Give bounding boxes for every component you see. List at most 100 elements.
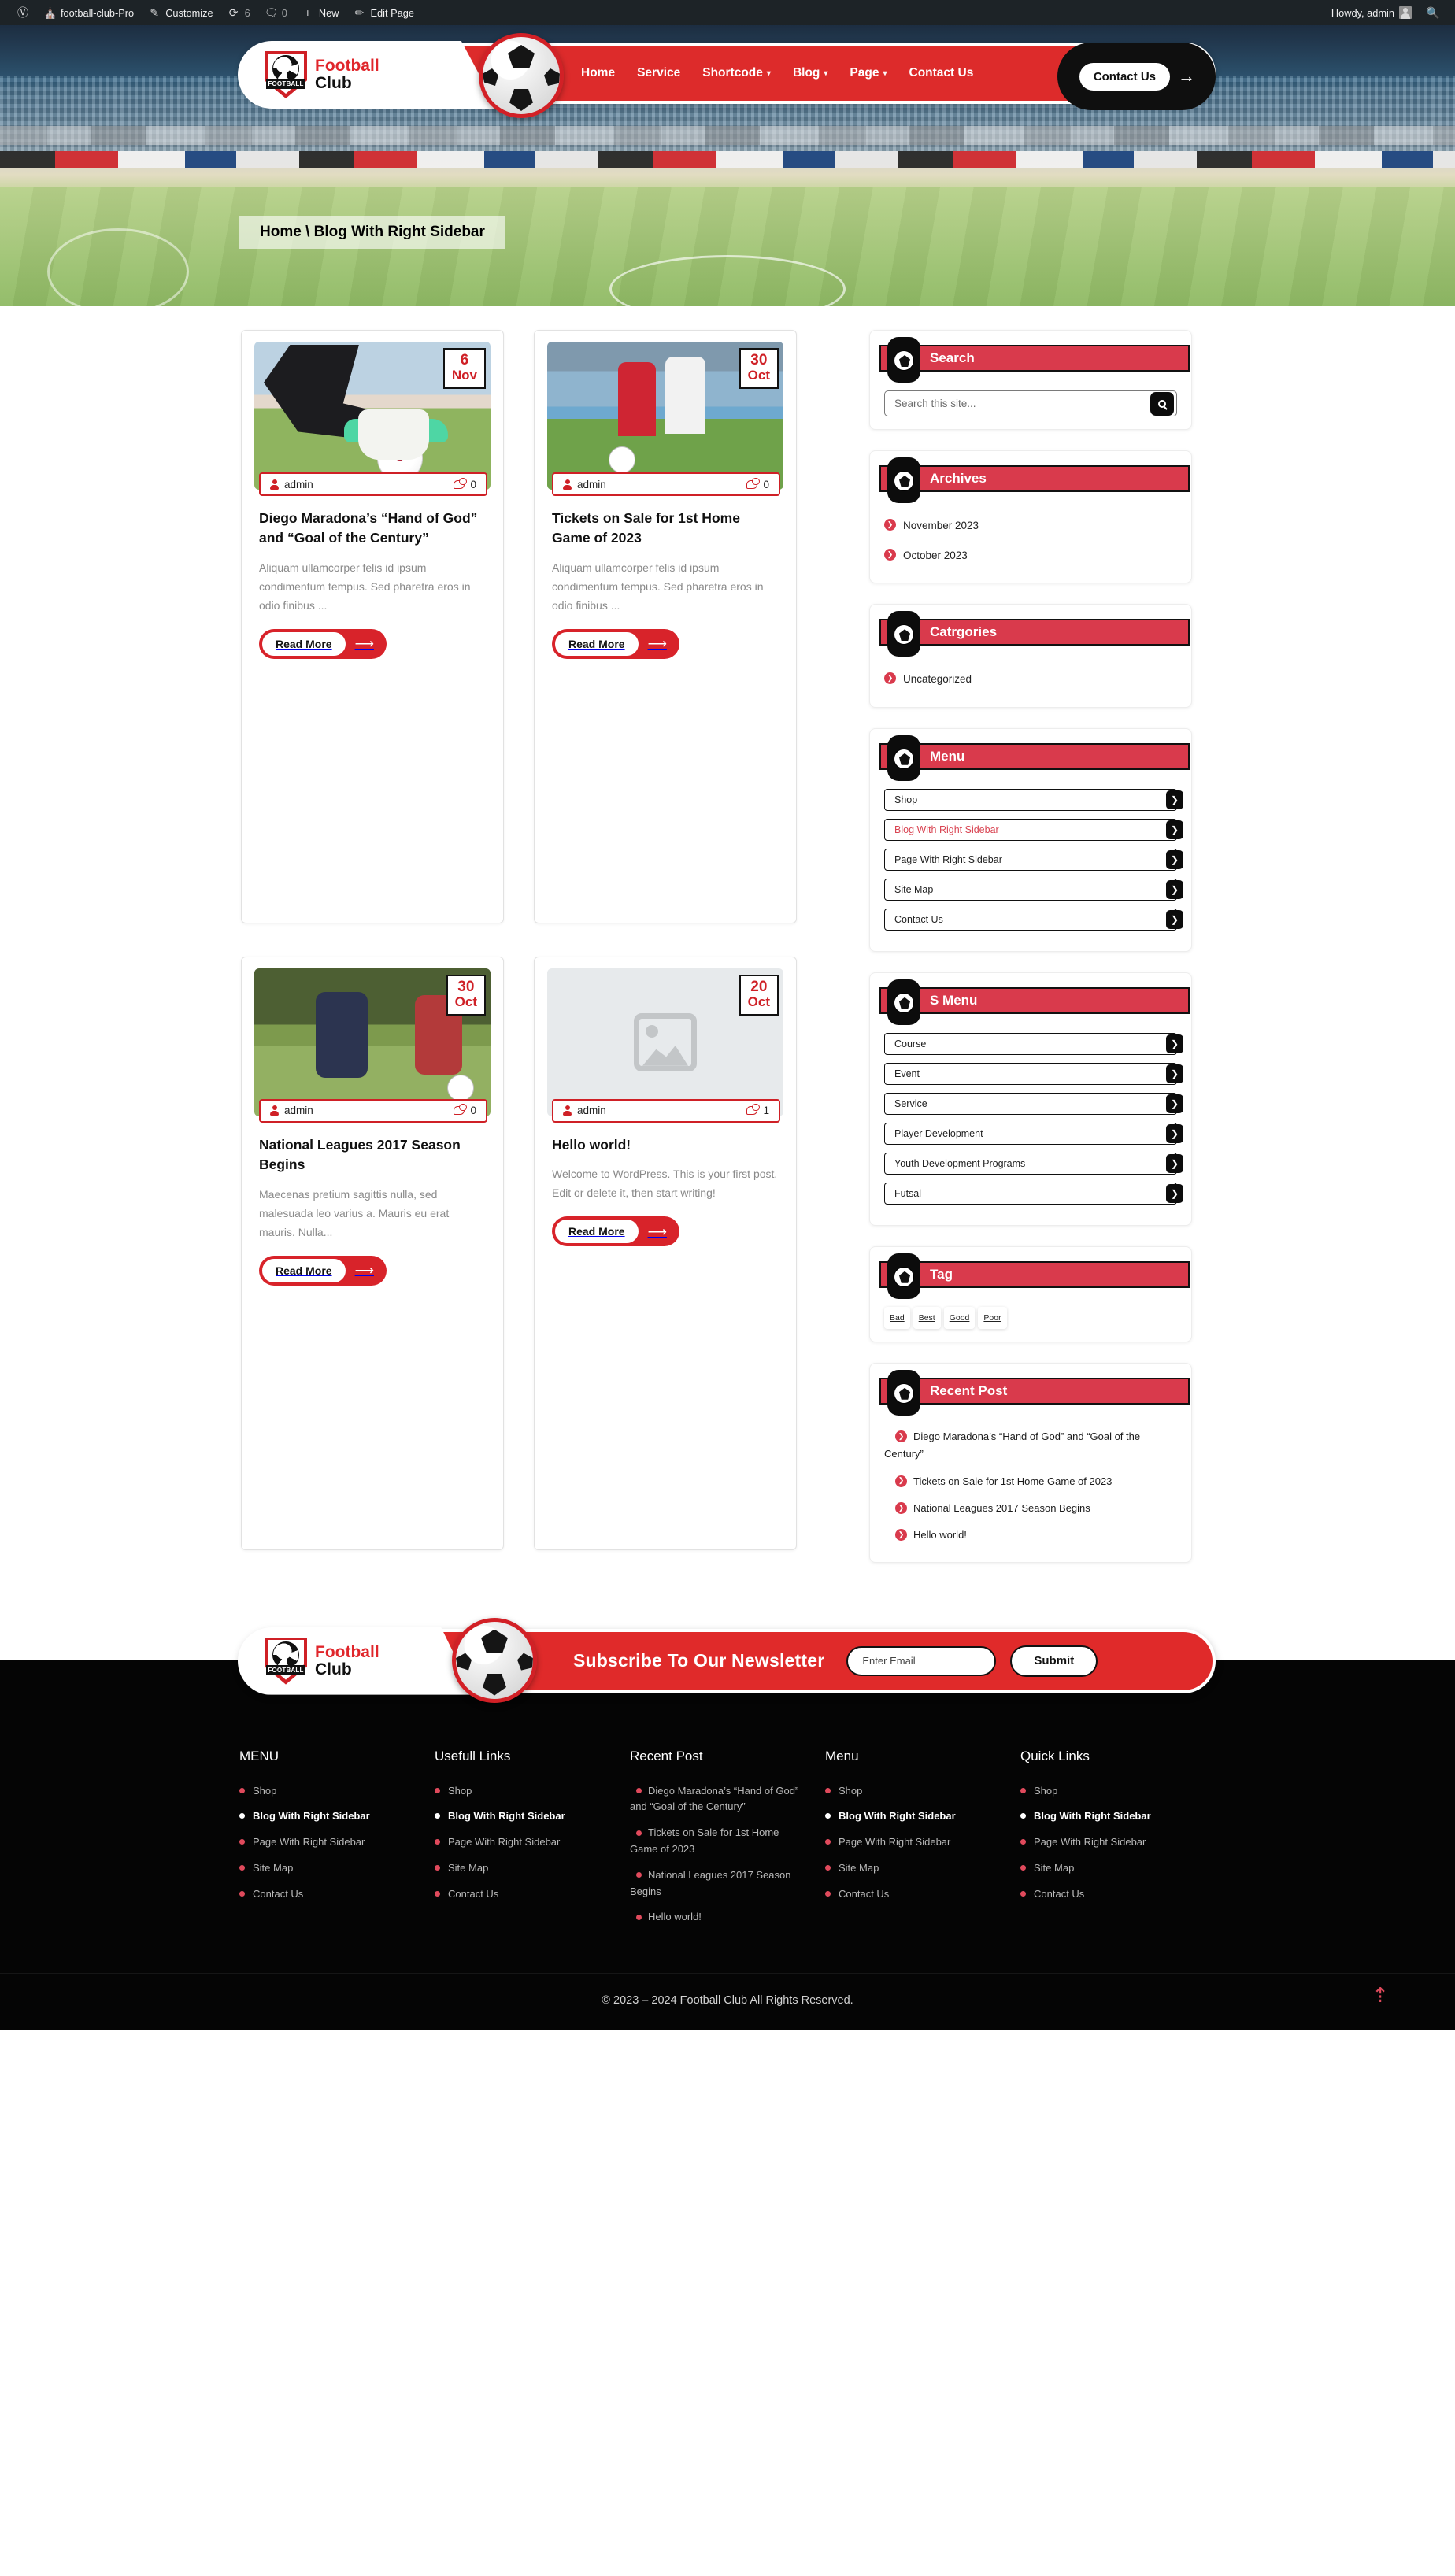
smenu-item-player-development[interactable]: Player Development ❯ <box>884 1122 1183 1145</box>
smenu-item-service[interactable]: Service ❯ <box>884 1092 1183 1115</box>
post-title[interactable]: Tickets on Sale for 1st Home Game of 202… <box>552 509 779 549</box>
chevron-right-icon: ❯ <box>884 548 896 561</box>
bullet-icon <box>636 1872 642 1878</box>
my-account-menu[interactable]: Howdy, admin <box>1324 0 1419 25</box>
list-item[interactable]: ❯ November 2023 <box>884 511 1177 541</box>
customize-link[interactable]: ✎ Customize <box>141 0 220 25</box>
menu-item-blog-with-right-sidebar[interactable]: Blog With Right Sidebar ❯ <box>884 818 1183 841</box>
search-form[interactable] <box>884 390 1177 416</box>
list-item[interactable]: Blog With Right Sidebar <box>825 1804 1001 1830</box>
tag-good[interactable]: Good <box>943 1306 976 1329</box>
football-badge-icon <box>887 979 920 1025</box>
post-card[interactable]: 30 Oct admin 0 National Leagues 2017 Sea… <box>241 956 504 1550</box>
post-title[interactable]: National Leagues 2017 Season Begins <box>259 1135 486 1175</box>
list-item[interactable]: Hello world! <box>630 1904 806 1930</box>
smenu-item-youth-development-programs[interactable]: Youth Development Programs ❯ <box>884 1152 1183 1175</box>
list-item[interactable]: Site Map <box>825 1856 1001 1882</box>
list-item[interactable]: ❯ Diego Maradona’s “Hand of God” and “Goa… <box>884 1423 1177 1468</box>
post-card[interactable]: 20 Oct admin 1 Hello world! Welcome to W… <box>534 956 797 1550</box>
list-item[interactable]: ❯ National Leagues 2017 Season Begins <box>884 1495 1177 1522</box>
list-item[interactable]: Page With Right Sidebar <box>1020 1830 1197 1856</box>
list-item[interactable]: Tickets on Sale for 1st Home Game of 202… <box>630 1820 806 1863</box>
bullet-icon <box>636 1914 642 1920</box>
read-more-button[interactable]: Read More ⟶ <box>552 1216 679 1247</box>
smenu-item-event[interactable]: Event ❯ <box>884 1062 1183 1085</box>
list-item[interactable]: Shop <box>435 1778 611 1804</box>
comments-indicator[interactable]: 🗨 0 <box>257 0 294 25</box>
site-name-menu[interactable]: ⛪ football-club-Pro <box>36 0 141 25</box>
nav-item-service[interactable]: Service <box>637 66 680 80</box>
smenu-item-futsal[interactable]: Futsal ❯ <box>884 1182 1183 1205</box>
read-more-button[interactable]: Read More ⟶ <box>259 1255 387 1286</box>
newsletter-email-input[interactable] <box>846 1645 997 1676</box>
bullet-icon <box>825 1813 831 1819</box>
read-more-button[interactable]: Read More ⟶ <box>259 628 387 659</box>
nav-item-page[interactable]: Page ▾ <box>850 66 887 80</box>
list-item[interactable]: Diego Maradona’s “Hand of God” and “Goal… <box>630 1778 806 1821</box>
adminbar-search-button[interactable]: 🔍 <box>1419 0 1446 25</box>
search-input[interactable] <box>884 390 1177 416</box>
menu-item-page-with-right-sidebar[interactable]: Page With Right Sidebar ❯ <box>884 848 1183 871</box>
list-item[interactable]: Contact Us <box>825 1882 1001 1908</box>
nav-item-home[interactable]: Home <box>581 66 615 80</box>
nav-item-contact-us[interactable]: Contact Us <box>909 66 974 80</box>
list-item[interactable]: Blog With Right Sidebar <box>1020 1804 1197 1830</box>
list-item[interactable]: ❯ Hello world! <box>884 1522 1177 1549</box>
list-item[interactable]: Site Map <box>1020 1856 1197 1882</box>
read-more-button[interactable]: Read More ⟶ <box>552 628 679 659</box>
smenu-item-course[interactable]: Course ❯ <box>884 1032 1183 1055</box>
tag-poor[interactable]: Poor <box>978 1306 1007 1329</box>
search-submit-button[interactable] <box>1150 391 1174 416</box>
contact-us-button[interactable]: Contact Us → <box>1057 43 1216 110</box>
nav-item-shortcode[interactable]: Shortcode ▾ <box>702 66 771 80</box>
comment-bubble-icon: 🗨 <box>264 6 279 19</box>
wp-admin-bar[interactable]: Ⓥ ⛪ football-club-Pro ✎ Customize ⟳ 6 🗨 … <box>0 0 1455 25</box>
list-item[interactable]: ❯ Tickets on Sale for 1st Home Game of 20… <box>884 1468 1177 1495</box>
post-title[interactable]: Diego Maradona’s “Hand of God” and “Goal… <box>259 509 486 549</box>
list-item[interactable]: Shop <box>825 1778 1001 1804</box>
chevron-right-icon: ❯ <box>884 519 896 531</box>
soccer-ball-icon <box>452 1617 537 1703</box>
list-item[interactable]: Site Map <box>239 1856 416 1882</box>
list-item[interactable]: Site Map <box>435 1856 611 1882</box>
list-item[interactable]: Shop <box>239 1778 416 1804</box>
list-item[interactable]: Page With Right Sidebar <box>825 1830 1001 1856</box>
new-content-menu[interactable]: + New <box>294 0 346 25</box>
wp-logo-menu[interactable]: Ⓥ <box>9 0 36 25</box>
site-logo[interactable]: FOOTBALL Football Club <box>238 41 498 109</box>
footer-site-logo[interactable]: FOOTBALL Football Club <box>238 1627 474 1695</box>
post-author: admin <box>270 479 313 490</box>
list-item[interactable]: Blog With Right Sidebar <box>239 1804 416 1830</box>
list-item[interactable]: Page With Right Sidebar <box>435 1830 611 1856</box>
list-item[interactable]: Contact Us <box>239 1882 416 1908</box>
menu-item-label: Page With Right Sidebar <box>894 853 1002 865</box>
post-meta: admin 0 <box>259 472 487 496</box>
widget-title: Catrgories <box>930 624 998 640</box>
list-item[interactable]: National Leagues 2017 Season Begins <box>630 1863 806 1905</box>
newsletter-submit-button[interactable]: Submit <box>1010 1645 1098 1677</box>
post-author: admin <box>270 1105 313 1116</box>
post-card[interactable]: 6 Nov admin 0 Diego Maradona’s “Hand of … <box>241 330 504 923</box>
tag-best[interactable]: Best <box>913 1306 941 1329</box>
list-item[interactable]: Page With Right Sidebar <box>239 1830 416 1856</box>
menu-item-shop[interactable]: Shop ❯ <box>884 788 1183 811</box>
menu-item-site-map[interactable]: Site Map ❯ <box>884 878 1183 901</box>
main-navigation[interactable]: Home Service Shortcode ▾ Blog ▾ Page ▾ Cont… <box>581 66 973 80</box>
list-item[interactable]: ❯ October 2023 <box>884 541 1177 571</box>
list-item[interactable]: Blog With Right Sidebar <box>435 1804 611 1830</box>
scroll-to-top-icon[interactable]: ⇡ <box>1372 1985 1389 2005</box>
chevron-right-icon: ❯ <box>895 1529 907 1542</box>
list-item[interactable]: ❯ Uncategorized <box>884 664 1177 694</box>
post-title[interactable]: Hello world! <box>552 1135 779 1155</box>
post-card[interactable]: 30 Oct admin 0 Tickets on Sale for 1st H… <box>534 330 797 923</box>
edit-page-link[interactable]: ✏ Edit Page <box>346 0 422 25</box>
menu-item-contact-us[interactable]: Contact Us ❯ <box>884 908 1183 931</box>
tag-bad[interactable]: Bad <box>884 1306 910 1329</box>
list-item[interactable]: Contact Us <box>435 1882 611 1908</box>
list-item[interactable]: Shop <box>1020 1778 1197 1804</box>
widget-archives: Archives ❯ November 2023 ❯ October 2023 <box>869 450 1192 584</box>
bullet-icon <box>239 1813 245 1819</box>
revisions-indicator[interactable]: ⟳ 6 <box>220 0 257 25</box>
nav-item-blog[interactable]: Blog ▾ <box>793 66 827 80</box>
list-item[interactable]: Contact Us <box>1020 1882 1197 1908</box>
